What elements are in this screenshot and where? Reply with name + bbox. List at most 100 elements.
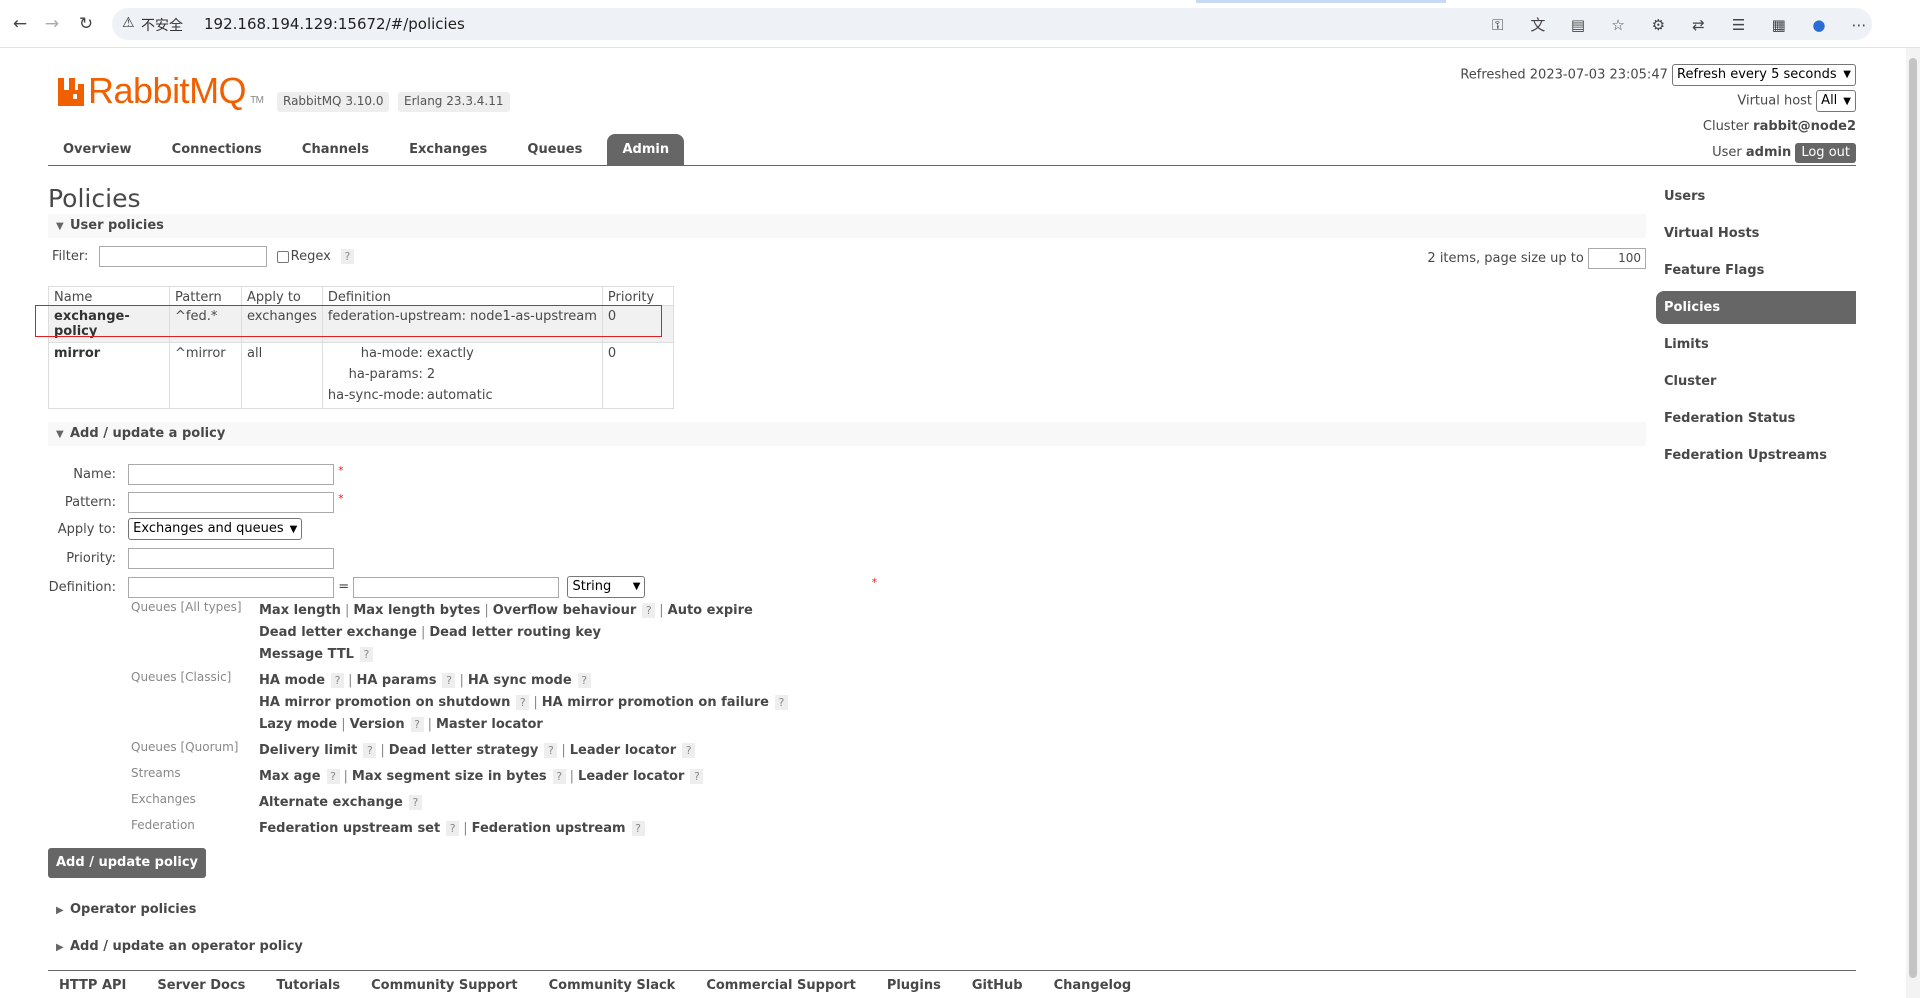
footer-link-tutorials[interactable]: Tutorials [265, 978, 340, 993]
definition-shortcut-link[interactable]: Leader locator [578, 769, 684, 784]
help-icon[interactable]: ? [552, 769, 566, 784]
bookmark-star-icon[interactable]: ☆ [1605, 16, 1631, 36]
definition-shortcut-link[interactable]: Federation upstream [472, 821, 626, 836]
help-icon[interactable]: ? [682, 743, 696, 758]
reader-icon[interactable]: ▤ [1565, 16, 1591, 36]
help-icon[interactable]: ? [577, 673, 591, 688]
filter-input[interactable] [98, 246, 267, 267]
definition-shortcut-link[interactable]: Version [350, 717, 405, 732]
profile-icon[interactable]: ● [1806, 16, 1832, 36]
tab-connections[interactable]: Connections [157, 134, 277, 166]
regex-checkbox[interactable] [276, 250, 289, 263]
help-icon[interactable]: ? [690, 769, 704, 784]
tab-queues[interactable]: Queues [512, 134, 597, 166]
footer-link-changelog[interactable]: Changelog [1043, 978, 1132, 993]
definition-shortcut-link[interactable]: Max age [259, 769, 321, 784]
help-icon[interactable]: ? [442, 673, 456, 688]
rabbitmq-logo[interactable]: RabbitMQ TM [58, 70, 264, 112]
page-size-input[interactable]: 100 [1588, 248, 1646, 269]
add-update-policy-button[interactable]: Add / update policy [48, 848, 206, 878]
sidebar-item-feature-flags[interactable]: Feature Flags [1656, 254, 1856, 287]
sidebar-item-federation-upstreams[interactable]: Federation Upstreams [1656, 439, 1856, 472]
tab-overview[interactable]: Overview [48, 134, 147, 166]
sidebar-item-federation-status[interactable]: Federation Status [1656, 402, 1856, 435]
operator-policies-section[interactable]: ▶ Operator policies [48, 898, 1646, 922]
definition-shortcut-link[interactable]: HA mirror promotion on failure [542, 695, 769, 710]
page-scrollbar[interactable] [1906, 48, 1920, 998]
footer-link-community-slack[interactable]: Community Slack [538, 978, 676, 993]
help-icon[interactable]: ? [774, 695, 788, 710]
help-icon[interactable]: ? [331, 673, 345, 688]
sidebar-item-users[interactable]: Users [1656, 180, 1856, 213]
column-header-definition[interactable]: Definition [321, 286, 603, 306]
apply-to-select[interactable]: Exchanges and queues ▼ [128, 518, 303, 540]
url-text[interactable]: 192.168.194.129:15672/#/policies [196, 15, 465, 33]
help-icon[interactable]: ? [326, 769, 340, 784]
policy-name-input[interactable] [128, 464, 335, 485]
column-header-pattern[interactable]: Pattern [169, 286, 242, 306]
regex-help-icon[interactable]: ? [340, 249, 354, 264]
help-icon[interactable]: ? [410, 717, 424, 732]
definition-shortcut-link[interactable]: Message TTL [259, 647, 354, 662]
tab-admin[interactable]: Admin [607, 134, 685, 166]
reload-icon[interactable]: ↻ [74, 12, 98, 36]
definition-shortcut-link[interactable]: Max length bytes [353, 603, 480, 618]
sidebar-item-virtual-hosts[interactable]: Virtual Hosts [1656, 217, 1856, 250]
definition-shortcut-link[interactable]: Dead letter exchange [259, 625, 417, 640]
definition-shortcut-link[interactable]: Dead letter routing key [429, 625, 601, 640]
footer-link-server-docs[interactable]: Server Docs [146, 978, 245, 993]
footer-link-commercial-support[interactable]: Commercial Support [695, 978, 856, 993]
tab-channels[interactable]: Channels [287, 134, 384, 166]
footer-link-community-support[interactable]: Community Support [360, 978, 518, 993]
help-icon[interactable]: ? [363, 743, 377, 758]
definition-shortcut-link[interactable]: Lazy mode [259, 717, 337, 732]
forward-icon[interactable]: → [40, 12, 64, 36]
key-icon[interactable]: ⚿ [1485, 16, 1511, 36]
sidebar-item-cluster[interactable]: Cluster [1656, 365, 1856, 398]
help-icon[interactable]: ? [631, 821, 645, 836]
policy-pattern-input[interactable] [128, 492, 335, 513]
column-header-priority[interactable]: Priority [601, 286, 674, 306]
sidebar-item-limits[interactable]: Limits [1656, 328, 1856, 361]
help-icon[interactable]: ? [446, 821, 460, 836]
logout-button[interactable]: Log out [1795, 143, 1856, 163]
scrollbar-thumb[interactable] [1909, 58, 1917, 978]
column-header-name[interactable]: Name [48, 286, 170, 306]
definition-shortcut-link[interactable]: Federation upstream set [259, 821, 440, 836]
definition-shortcut-link[interactable]: Max length [259, 603, 341, 618]
column-header-apply-to[interactable]: Apply to [241, 286, 323, 306]
vhost-select[interactable]: All ▼ [1816, 90, 1856, 112]
table-row[interactable]: mirror ^mirror all ha-mode: exactly ha-pa… [48, 342, 674, 409]
definition-key-input[interactable] [128, 576, 335, 598]
add-operator-policy-section[interactable]: ▶ Add / update an operator policy [48, 935, 1646, 959]
definition-shortcut-link[interactable]: Auto expire [668, 603, 753, 618]
definition-shortcut-link[interactable]: HA mode [259, 673, 325, 688]
more-icon[interactable]: ⋯ [1846, 16, 1872, 36]
translate-icon[interactable]: 文 [1525, 14, 1551, 34]
definition-shortcut-link[interactable]: Delivery limit [259, 743, 357, 758]
add-policy-section[interactable]: ▼ Add / update a policy [48, 422, 1646, 446]
back-icon[interactable]: ← [8, 12, 32, 36]
definition-shortcut-link[interactable]: Leader locator [570, 743, 676, 758]
help-icon[interactable]: ? [544, 743, 558, 758]
sidebar-item-policies[interactable]: Policies [1656, 291, 1856, 324]
favorites-icon[interactable]: ☰ [1726, 16, 1752, 36]
refresh-interval-select[interactable]: Refresh every 5 seconds ▼ [1672, 64, 1856, 86]
definition-shortcut-link[interactable]: Dead letter strategy [389, 743, 539, 758]
extension-icon[interactable]: ⚙ [1645, 16, 1671, 36]
sync-icon[interactable]: ⇄ [1685, 16, 1711, 36]
tab-exchanges[interactable]: Exchanges [394, 134, 502, 166]
policy-name[interactable]: mirror [48, 342, 170, 409]
definition-shortcut-link[interactable]: Max segment size in bytes [352, 769, 547, 784]
collections-icon[interactable]: ▦ [1766, 16, 1792, 36]
address-bar[interactable]: ⚠ 不安全 192.168.194.129:15672/#/policies ⚿… [112, 8, 1872, 40]
footer-link-github[interactable]: GitHub [961, 978, 1023, 993]
policy-priority-input[interactable] [128, 548, 335, 569]
definition-type-select[interactable]: String ▼ [567, 576, 646, 598]
definition-shortcut-link[interactable]: HA params [356, 673, 436, 688]
definition-shortcut-link[interactable]: HA sync mode [468, 673, 572, 688]
footer-link-http-api[interactable]: HTTP API [48, 978, 126, 993]
footer-link-plugins[interactable]: Plugins [876, 978, 941, 993]
definition-shortcut-link[interactable]: Alternate exchange [259, 795, 403, 810]
help-icon[interactable]: ? [359, 647, 373, 662]
